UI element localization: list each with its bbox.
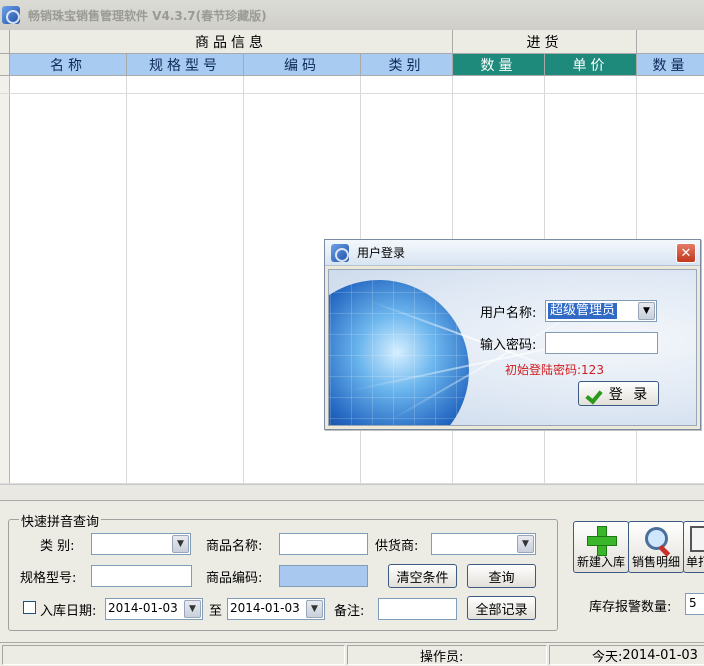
grid-group-product-info: 商品信息 [10,30,453,54]
column-header-name[interactable]: 名称 [10,54,127,76]
status-cell-operator: 操作员: [347,645,547,665]
username-select[interactable]: 超级管理员 ▼ [545,300,657,322]
grid-group-purchase: 进货 [453,30,637,54]
stock-date-label: 入库日期: [40,604,97,619]
new-stock-button[interactable]: 新建入库 [573,521,629,573]
all-records-button[interactable]: 全部记录 [467,596,536,620]
supplier-label: 供货商: [375,539,419,554]
chevron-down-icon[interactable]: ▼ [184,600,201,618]
category-label: 类 别: [40,539,75,554]
grid-col-divider [126,76,127,500]
date-from-picker[interactable]: 2014-01-03 ▼ [105,598,203,620]
grid-row-header [0,76,10,500]
today-value: 2014-01-03 [622,647,698,663]
print-button[interactable]: 单打 [683,521,704,573]
column-header-category[interactable]: 类别 [361,54,453,76]
login-dialog-body: 用户名称: 超级管理员 ▼ 输入密码: 初始登陆密码:123 登 录 [328,269,697,426]
plus-icon [587,526,617,556]
grid-horizontal-scrollbar[interactable] [0,484,704,500]
column-header-purchase-price[interactable]: 单价 [545,54,637,76]
date-to-picker[interactable]: 2014-01-03 ▼ [227,598,325,620]
stock-alert-input[interactable]: 5 [685,593,704,615]
chevron-down-icon[interactable]: ▼ [638,302,655,320]
supplier-select[interactable]: ▼ [431,533,536,555]
search-panel: 快速拼音查询 类 别: ▼ 商品名称: 供货商: ▼ 规格型号: 商品编码: 清… [0,500,704,642]
login-dialog-title: 用户登录 [357,246,406,260]
spec-input[interactable] [91,565,192,587]
username-value: 超级管理员 [548,303,618,319]
app-logo-icon [2,6,20,24]
clear-conditions-button[interactable]: 清空条件 [388,564,457,588]
operator-label: 操作员: [420,649,464,665]
date-from-value: 2014-01-03 [108,601,178,615]
date-to-value: 2014-01-03 [230,601,300,615]
today-label: 今天: [592,649,623,665]
status-bar: 操作员: 今天: 2014-01-03 [0,642,704,666]
window-title: 畅销珠宝销售管理软件 V4.3.7(春节珍藏版) [28,8,267,23]
chevron-down-icon[interactable]: ▼ [172,535,189,553]
column-header-purchase-qty[interactable]: 数量 [453,54,545,76]
quick-search-legend: 快速拼音查询 [19,511,102,530]
note-input[interactable] [378,598,457,620]
grid-row-header-top [0,54,10,76]
checkmark-icon [587,386,603,402]
column-header-code[interactable]: 编码 [244,54,361,76]
product-name-input[interactable] [279,533,368,555]
close-icon: ✕ [680,245,692,261]
chevron-down-icon[interactable]: ▼ [517,535,534,553]
product-code-input[interactable] [279,565,368,587]
spec-label: 规格型号: [20,571,77,586]
status-cell-message [2,645,345,665]
product-name-label: 商品名称: [206,539,263,554]
date-to-label: 至 [209,604,223,619]
initial-password-hint: 初始登陆密码:123 [505,363,604,377]
stock-alert-label: 库存报警数量: [589,600,672,615]
grid-corner [0,30,10,54]
password-label: 输入密码: [480,338,537,353]
login-dialog-titlebar[interactable]: 用户登录 ✕ [325,240,700,266]
password-input[interactable] [545,332,658,354]
column-header-spec[interactable]: 规格型号 [127,54,244,76]
login-button-label: 登 录 [608,386,651,403]
globe-grid-illustration [329,280,469,425]
app-logo-icon [331,243,349,262]
grid-group-next [637,30,704,54]
category-select[interactable]: ▼ [91,533,191,555]
title-bar: 畅销珠宝销售管理软件 V4.3.7(春节珍藏版) [0,0,704,30]
grid-col-divider [243,76,244,500]
query-button[interactable]: 查询 [467,564,536,588]
product-code-label: 商品编码: [206,571,263,586]
login-button[interactable]: 登 录 [578,381,659,406]
chevron-down-icon[interactable]: ▼ [306,600,323,618]
username-label: 用户名称: [480,306,537,321]
magnifier-icon [642,526,670,556]
status-cell-today: 今天: 2014-01-03 [549,645,704,665]
column-header-qty[interactable]: 数量 [637,54,704,76]
note-label: 备注: [334,604,365,619]
sales-detail-button[interactable]: 销售明细 [628,521,684,573]
stock-date-checkbox[interactable] [23,601,36,614]
printer-icon [690,526,704,552]
login-dialog: 用户登录 ✕ 用户名称: 超级管理员 ▼ 输入密码: 初始登陆密码:123 登 … [324,239,701,430]
print-label: 单打 [686,555,704,569]
grid-row-line [0,93,704,94]
close-button[interactable]: ✕ [676,243,696,263]
